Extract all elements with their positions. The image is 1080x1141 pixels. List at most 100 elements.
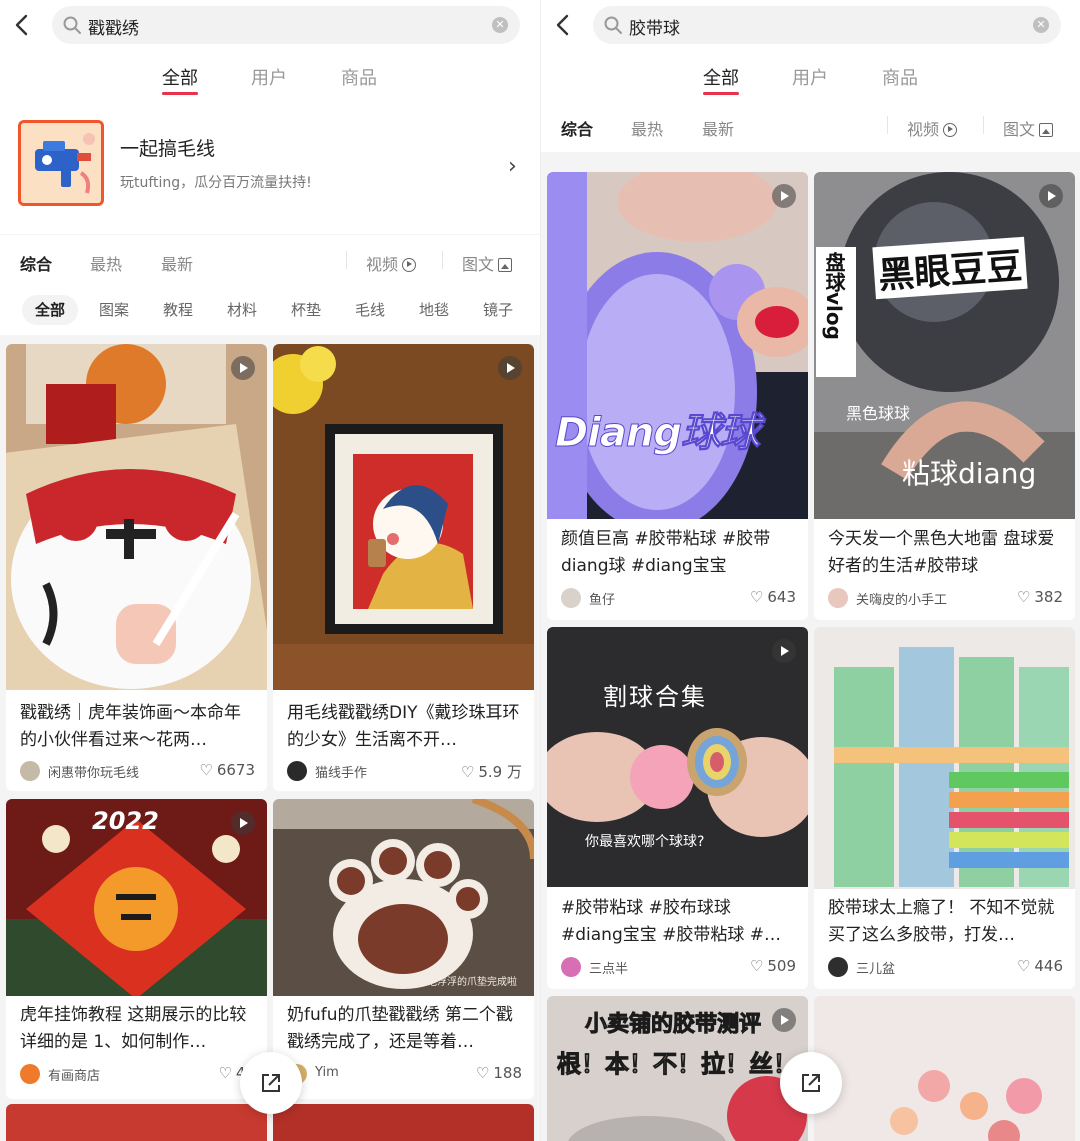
chip-pattern[interactable]: 图案 — [86, 295, 142, 325]
avatar[interactable] — [561, 588, 581, 608]
like-count[interactable]: ♡ 643 — [750, 588, 796, 606]
like-count-value: 382 — [1034, 588, 1063, 606]
chip-mirror[interactable]: 镜子 — [470, 295, 526, 325]
author-name[interactable]: 闲惠带你玩毛线 — [48, 762, 139, 781]
note-card[interactable]: 2022 虎年挂饰教程 这期展示的比较详细的是 1、如何制作… 有画商店 ♡48 — [6, 799, 267, 1099]
avatar[interactable] — [828, 588, 848, 608]
divider — [983, 116, 984, 134]
search-input[interactable]: 胶带球 ✕ — [593, 6, 1061, 44]
filter-image-text[interactable]: 图文 — [1003, 116, 1054, 140]
search-header: 戳戳绣 ✕ — [0, 0, 540, 50]
filter-hot[interactable]: 最热 — [631, 116, 663, 140]
like-count-value: 188 — [493, 1064, 522, 1082]
filter-comprehensive[interactable]: 综合 — [561, 116, 593, 140]
filter-latest[interactable]: 最新 — [161, 251, 193, 275]
filter-latest[interactable]: 最新 — [702, 116, 734, 140]
filter-hot[interactable]: 最热 — [90, 251, 122, 275]
back-icon[interactable] — [551, 12, 575, 38]
cover-overlay-text: 黑眼豆豆 — [872, 236, 1028, 300]
search-icon — [63, 16, 81, 34]
avatar[interactable] — [828, 957, 848, 977]
tab-all[interactable]: 全部 — [162, 64, 198, 90]
filter-video[interactable]: 视频 — [366, 251, 417, 275]
author-name[interactable]: 关嗨皮的小手工 — [856, 589, 947, 608]
heart-icon: ♡ — [475, 1064, 490, 1082]
note-card[interactable]: 用毛线戳戳绣DIY《戴珍珠耳环的少女》生活离不开… 猫线手作 ♡ 5.9 万 — [273, 344, 534, 791]
video-play-icon — [1039, 184, 1063, 208]
avatar[interactable] — [287, 761, 307, 781]
result-tabs: 全部 用户 商品 — [541, 50, 1080, 100]
tab-all[interactable]: 全部 — [703, 64, 739, 90]
note-card[interactable]: Diang球球 颜值巨高 #胶带粘球 #胶带diang球 #diang宝宝 鱼仔… — [547, 172, 808, 620]
share-icon — [262, 1074, 280, 1092]
note-meta: 鱼仔 ♡ 643 — [561, 586, 796, 610]
note-card[interactable] — [273, 1104, 534, 1141]
like-count[interactable]: ♡ 5.9 万 — [461, 761, 522, 782]
chip-yarn[interactable]: 毛线 — [342, 295, 398, 325]
back-icon[interactable] — [10, 12, 34, 38]
like-count-value: 446 — [1034, 957, 1063, 975]
tab-users[interactable]: 用户 — [251, 64, 287, 90]
note-card[interactable] — [6, 1104, 267, 1141]
chip-all[interactable]: 全部 — [22, 295, 79, 325]
cover-overlay-text: 根！本！不！拉！丝！ — [557, 1050, 798, 1079]
note-card[interactable]: 黑眼豆豆 盘球vlog 黑色球球 粘球diang 今天发一个黑色大地雷 盘球爱好… — [814, 172, 1075, 620]
note-caption: 虎年挂饰教程 这期展示的比较详细的是 1、如何制作… — [20, 1005, 247, 1052]
note-caption: 戳戳绣｜虎年装饰画～本命年的小伙伴看过来～花两… — [20, 703, 241, 750]
note-cover-image — [814, 627, 1075, 889]
share-button[interactable] — [780, 1052, 842, 1114]
like-count[interactable]: ♡ 446 — [1017, 957, 1063, 975]
filter-image-text[interactable]: 图文 — [462, 251, 513, 275]
divider — [346, 251, 347, 269]
like-count[interactable]: ♡ 6673 — [199, 761, 255, 779]
avatar[interactable] — [20, 761, 40, 781]
avatar[interactable] — [561, 957, 581, 977]
image-icon — [498, 258, 513, 272]
filter-video[interactable]: 视频 — [907, 116, 958, 140]
note-card[interactable]: 毛浮浮的爪垫完成啦 奶fufu的爪垫戳戳绣 第二个戳戳绣完成了，还是等着… Yi… — [273, 799, 534, 1099]
search-input[interactable]: 戳戳绣 ✕ — [52, 6, 520, 44]
avatar[interactable] — [20, 1064, 40, 1084]
author-name[interactable]: 鱼仔 — [589, 589, 615, 608]
filter-comprehensive[interactable]: 综合 — [20, 251, 52, 275]
divider — [887, 116, 888, 134]
note-card[interactable]: 胶带球太上瘾了！ 不知不觉就买了这么多胶带，打发… 三儿盆 ♡ 446 — [814, 627, 1075, 989]
author-name[interactable]: 三儿盆 — [856, 958, 895, 977]
like-count[interactable]: ♡ 509 — [750, 957, 796, 975]
chip-tutorial[interactable]: 教程 — [150, 295, 206, 325]
active-tab-underline — [162, 92, 198, 95]
note-card[interactable]: 戳戳绣｜虎年装饰画～本命年的小伙伴看过来～花两… 闲惠带你玩毛线 ♡ 6673 — [6, 344, 267, 791]
search-icon — [604, 16, 622, 34]
chip-coaster[interactable]: 杯垫 — [278, 295, 334, 325]
filter-image-text-label: 图文 — [1003, 120, 1036, 139]
note-card[interactable] — [814, 996, 1075, 1141]
tab-products[interactable]: 商品 — [341, 64, 377, 90]
video-play-icon — [231, 811, 255, 835]
note-caption: #胶带粘球 #胶布球球 #diang宝宝 #胶带粘球 #… — [561, 898, 782, 945]
note-caption: 用毛线戳戳绣DIY《戴珍珠耳环的少女》生活离不开… — [287, 703, 520, 750]
chip-rug[interactable]: 地毯 — [406, 295, 462, 325]
clear-icon[interactable]: ✕ — [1033, 17, 1049, 33]
author-name[interactable]: Yim — [315, 1065, 339, 1080]
like-count[interactable]: ♡ 188 — [476, 1064, 522, 1082]
clear-icon[interactable]: ✕ — [492, 17, 508, 33]
author-name[interactable]: 猫线手作 — [315, 762, 367, 781]
like-count[interactable]: ♡ 382 — [1017, 588, 1063, 606]
tab-products[interactable]: 商品 — [882, 64, 918, 90]
note-cover-image — [814, 996, 1075, 1141]
share-icon — [802, 1074, 820, 1092]
result-tabs: 全部 用户 商品 — [0, 50, 540, 100]
heart-icon: ♡ — [199, 761, 213, 779]
note-caption: 胶带球太上瘾了！ 不知不觉就买了这么多胶带，打发… — [828, 898, 1055, 945]
author-name[interactable]: 有画商店 — [48, 1065, 100, 1084]
author-name[interactable]: 三点半 — [589, 958, 628, 977]
note-meta: 关嗨皮的小手工 ♡ 382 — [828, 586, 1063, 610]
heart-icon: ♡ — [1016, 957, 1031, 975]
note-card[interactable]: 小卖铺的胶带测评 根！本！不！拉！丝！ — [547, 996, 808, 1141]
chip-material[interactable]: 材料 — [214, 295, 270, 325]
note-card[interactable]: 割球合集 你最喜欢哪个球球? #胶带粘球 #胶布球球 #diang宝宝 #胶带粘… — [547, 627, 808, 989]
tab-users[interactable]: 用户 — [792, 64, 828, 90]
share-button[interactable] — [240, 1052, 302, 1114]
topic-banner[interactable]: 一起搞毛线 玩tufting，瓜分百万流量扶持! › — [0, 100, 540, 234]
video-play-icon — [772, 639, 796, 663]
